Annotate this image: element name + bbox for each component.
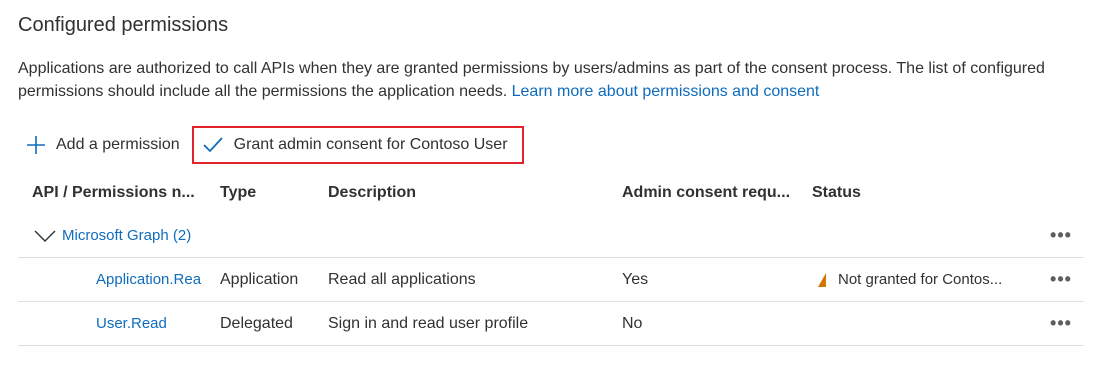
group-more-button[interactable]: ••• <box>1046 214 1076 257</box>
toolbar: Add a permission Grant admin consent for… <box>26 124 524 166</box>
table-row: User.Read Delegated Sign in and read use… <box>18 302 1084 346</box>
add-permission-label: Add a permission <box>56 136 180 153</box>
table-row: Application.Rea Application Read all app… <box>18 258 1084 302</box>
group-toggle[interactable]: Microsoft Graph (2) <box>34 214 334 257</box>
row-more-button[interactable]: ••• <box>1046 302 1076 345</box>
learn-more-link[interactable]: Learn more about permissions and consent <box>512 83 820 100</box>
more-icon: ••• <box>1050 313 1072 333</box>
add-permission-button[interactable]: Add a permission <box>26 125 190 165</box>
column-header-status[interactable]: Status <box>812 172 1017 214</box>
plus-icon <box>27 136 45 154</box>
more-icon: ••• <box>1050 225 1072 245</box>
permission-description: Read all applications <box>328 270 476 288</box>
description: Applications are authorized to call APIs… <box>18 57 1078 103</box>
column-header-description[interactable]: Description <box>328 172 618 214</box>
column-header-api[interactable]: API / Permissions n... <box>32 172 212 214</box>
permission-description: Sign in and read user profile <box>328 314 529 332</box>
grant-admin-consent-button[interactable]: Grant admin consent for Contoso User <box>191 126 524 164</box>
admin-consent-required: Yes <box>622 270 649 288</box>
row-more-button[interactable]: ••• <box>1046 258 1076 301</box>
page-title: Configured permissions <box>18 14 229 36</box>
permission-type: Application <box>220 270 299 288</box>
permission-type: Delegated <box>220 314 293 332</box>
column-header-type[interactable]: Type <box>220 172 320 214</box>
permissions-table: API / Permissions n... Type Description … <box>18 172 1084 346</box>
grant-admin-consent-label: Grant admin consent for Contoso User <box>233 136 508 153</box>
checkmark-icon <box>202 137 223 153</box>
status-text <box>812 302 1017 345</box>
status-badge: Not granted for Contos... <box>812 258 1017 301</box>
warning-icon <box>818 272 826 287</box>
group-row-microsoft-graph: Microsoft Graph (2) ••• <box>18 214 1084 258</box>
admin-consent-required: No <box>622 314 643 332</box>
chevron-down-icon <box>34 230 56 242</box>
table-header-row: API / Permissions n... Type Description … <box>18 172 1084 214</box>
column-header-admin-consent[interactable]: Admin consent requ... <box>622 172 808 214</box>
permission-name-link[interactable]: User.Read <box>96 302 208 345</box>
more-icon: ••• <box>1050 269 1072 289</box>
status-text: Not granted for Contos... <box>838 271 1003 288</box>
permission-name-link[interactable]: Application.Rea <box>96 258 208 301</box>
group-label: Microsoft Graph (2) <box>62 227 192 244</box>
